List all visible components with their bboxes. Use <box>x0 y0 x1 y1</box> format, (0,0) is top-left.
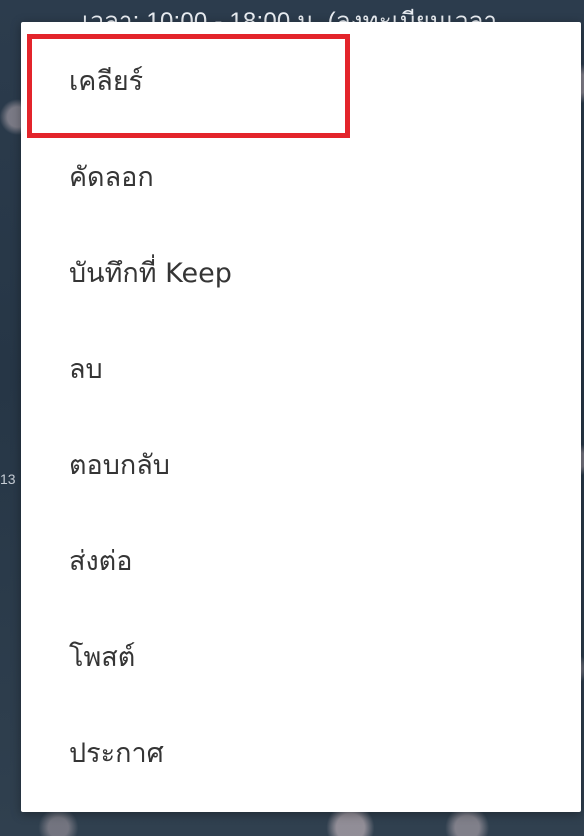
menu-item-copy[interactable]: คัดลอก <box>21 128 581 224</box>
context-menu: เคลียร์ คัดลอก บันทึกที่ Keep ลบ ตอบกลับ… <box>21 22 581 812</box>
menu-item-label: โพสต์ <box>69 641 136 673</box>
menu-item-label: ตอบกลับ <box>69 449 170 481</box>
menu-item-reply[interactable]: ตอบกลับ <box>21 416 581 512</box>
menu-item-label: คัดลอก <box>69 161 154 193</box>
background-timestamp: 13 <box>0 471 16 487</box>
menu-item-label: ประกาศ <box>69 737 164 769</box>
menu-item-label: ส่งต่อ <box>69 545 133 577</box>
menu-item-announce[interactable]: ประกาศ <box>21 704 581 800</box>
menu-item-label: บันทึกที่ Keep <box>69 257 232 289</box>
menu-item-delete[interactable]: ลบ <box>21 320 581 416</box>
menu-item-save-to-keep[interactable]: บันทึกที่ Keep <box>21 224 581 320</box>
menu-item-label: เคลียร์ <box>69 65 144 97</box>
menu-item-post[interactable]: โพสต์ <box>21 608 581 704</box>
menu-item-label: ลบ <box>69 353 103 385</box>
menu-item-forward[interactable]: ส่งต่อ <box>21 512 581 608</box>
menu-item-clear[interactable]: เคลียร์ <box>21 32 581 128</box>
